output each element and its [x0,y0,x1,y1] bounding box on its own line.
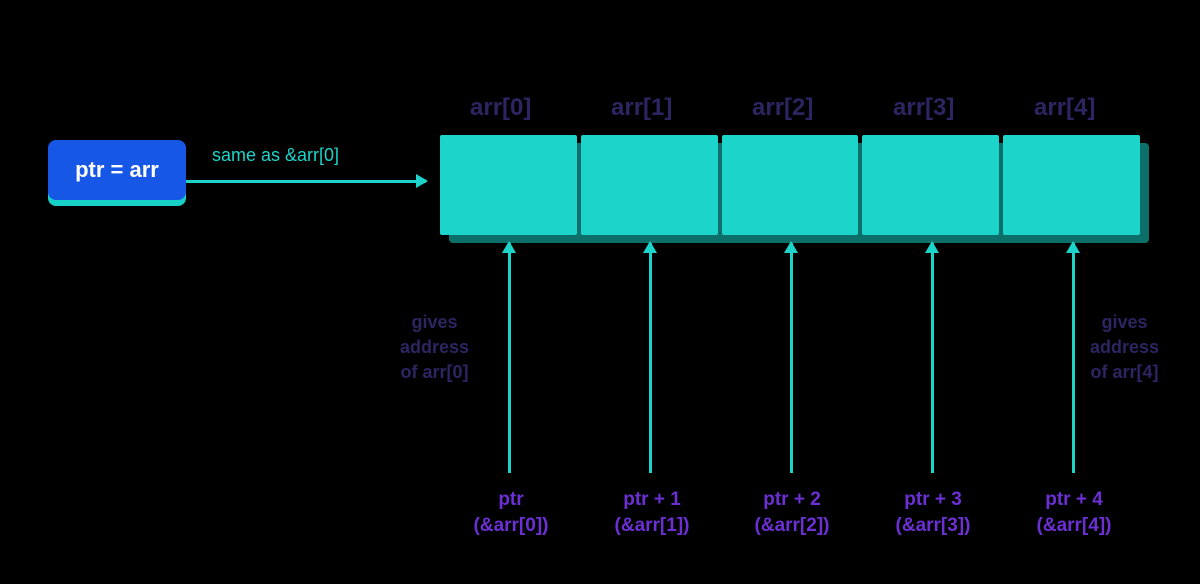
ptr-label-2: ptr + 2 (&arr[2]) [749,487,835,538]
ptr-assignment-box: ptr = arr [48,140,186,200]
gives-address-left: gives address of arr[0] [400,310,469,386]
ptr-label-1: ptr + 1 (&arr[1]) [609,487,695,538]
index-label-0: arr[0] [470,94,531,122]
ptr-label-4: ptr + 4 (&arr[4]) [1031,487,1117,538]
gives-address-right: gives address of arr[4] [1090,310,1159,386]
ptr-addr-1: (&arr[1]) [609,513,695,539]
arrow-up-icon-2 [790,243,793,473]
array-cell-2 [722,135,859,235]
ptr-expr-3: ptr + 3 [890,487,976,513]
diagram-canvas: ptr = arr same as &arr[0] arr[0] arr[1] … [0,0,1200,584]
arrow-up-icon-4 [1072,243,1075,473]
array-cell-1 [581,135,718,235]
array-cell-3 [862,135,999,235]
ptr-expr-4: ptr + 4 [1031,487,1117,513]
ptr-expr-0: ptr [468,487,554,513]
ptr-assignment-label: ptr = arr [75,157,159,183]
array-cell-0 [440,135,577,235]
arrow-up-icon-3 [931,243,934,473]
index-label-2: arr[2] [752,94,813,122]
ptr-addr-2: (&arr[2]) [749,513,835,539]
ptr-addr-4: (&arr[4]) [1031,513,1117,539]
index-label-4: arr[4] [1034,94,1095,122]
same-as-label: same as &arr[0] [212,145,339,166]
array-container [440,135,1140,235]
index-label-3: arr[3] [893,94,954,122]
ptr-addr-3: (&arr[3]) [890,513,976,539]
ptr-expr-2: ptr + 2 [749,487,835,513]
arrow-up-icon-0 [508,243,511,473]
arrow-up-icon-1 [649,243,652,473]
ptr-arrow-icon [186,180,426,183]
ptr-label-3: ptr + 3 (&arr[3]) [890,487,976,538]
ptr-label-0: ptr (&arr[0]) [468,487,554,538]
array-cell-4 [1003,135,1140,235]
ptr-expr-1: ptr + 1 [609,487,695,513]
index-label-1: arr[1] [611,94,672,122]
ptr-addr-0: (&arr[0]) [468,513,554,539]
